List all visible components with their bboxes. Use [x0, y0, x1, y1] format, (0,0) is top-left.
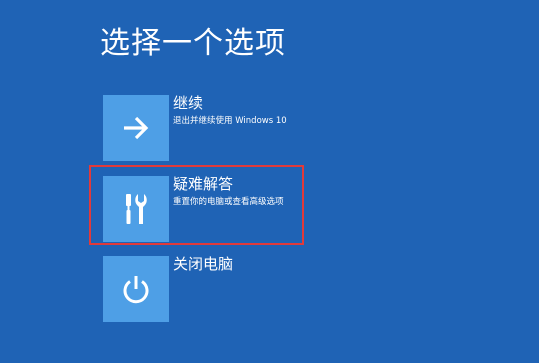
recovery-screen: 选择一个选项 继续 退出并继续使用 Windows 10 疑难解答 重置你的电脑… [0, 0, 539, 363]
continue-tile[interactable] [103, 95, 169, 161]
continue-description: 退出并继续使用 Windows 10 [173, 116, 287, 126]
shutdown-option[interactable]: 关闭电脑 [103, 255, 463, 322]
arrow-right-icon [124, 116, 149, 140]
highlight-box [89, 165, 304, 245]
continue-label: 继续 [173, 94, 204, 112]
shutdown-label: 关闭电脑 [173, 255, 234, 273]
continue-option[interactable]: 继续 退出并继续使用 Windows 10 [103, 94, 463, 161]
shutdown-tile[interactable] [103, 256, 169, 322]
power-icon [123, 276, 149, 304]
page-title: 选择一个选项 [100, 26, 286, 61]
